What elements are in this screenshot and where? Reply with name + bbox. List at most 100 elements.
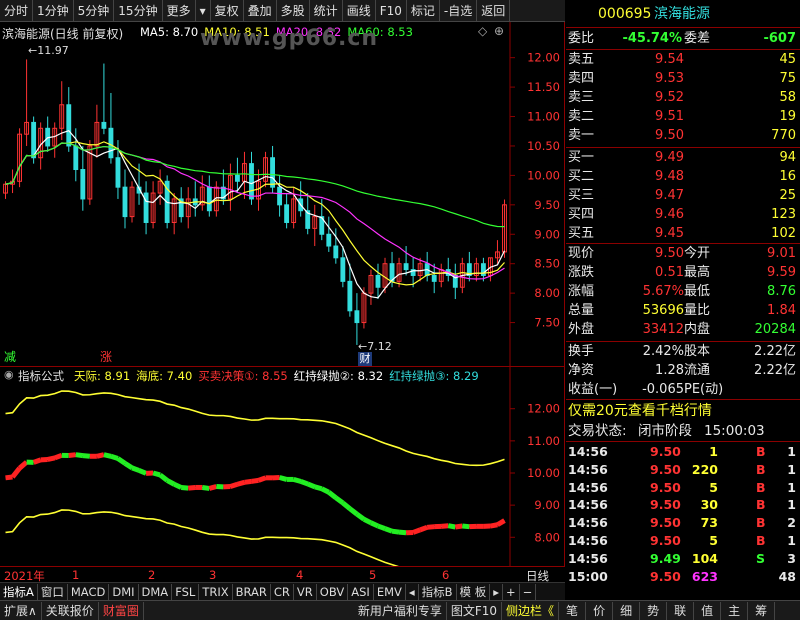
bottom-bar-item[interactable]: 财富圈 — [99, 601, 144, 620]
indicator-tab[interactable]: DMA — [139, 583, 173, 600]
sell-level-price[interactable]: 9.52 — [655, 88, 684, 108]
toolbar-item[interactable]: 多股 — [277, 0, 310, 22]
indicator-tab[interactable]: TRIX — [199, 583, 233, 600]
sell-level-label: 卖二 — [568, 109, 595, 124]
indicator-name[interactable]: 指标公式 — [18, 368, 64, 384]
decision-ribbon — [244, 478, 252, 485]
stat-row: 总量 53696 量比 1.84 — [566, 301, 800, 321]
decision-ribbon — [5, 474, 13, 481]
decision-ribbon — [208, 484, 218, 491]
tick-row: 14:56 9.50 220 B 1 — [566, 461, 800, 479]
toolbar-item[interactable]: 返回 — [477, 0, 511, 22]
sell-level-label: 卖一 — [568, 128, 595, 143]
toolbar-item[interactable]: 画线 — [343, 0, 376, 22]
toolbar-item[interactable]: 统计 — [310, 0, 343, 22]
stat-label: 涨跌 — [568, 265, 595, 280]
decision-ribbon — [53, 452, 63, 461]
toolbar-item[interactable]: 分时 — [0, 0, 34, 22]
indicator-tab[interactable]: 指标A — [0, 583, 38, 600]
month-label: 5 — [369, 568, 377, 582]
bottom-bar-item[interactable]: 新用户福利专享 — [354, 601, 447, 620]
toolbar-item[interactable]: F10 — [376, 0, 407, 22]
decision-ribbon — [165, 478, 176, 487]
candle-body — [31, 121, 37, 159]
indicator-tab[interactable]: ASI — [348, 583, 374, 600]
indicator-tab[interactable]: EMV — [374, 583, 406, 600]
buy-level-price[interactable]: 9.46 — [655, 205, 684, 225]
bottom-bar-item[interactable]: 笔 — [559, 601, 587, 620]
tick-side: B — [756, 479, 766, 495]
chart-options-icon[interactable]: ◇ — [478, 24, 487, 38]
bottom-bar-item[interactable]: 价 — [586, 601, 614, 620]
decision-ribbon — [180, 484, 189, 491]
sell-level-price[interactable]: 9.50 — [655, 126, 684, 146]
bottom-bar-item[interactable]: 主 — [721, 601, 749, 620]
decision-ribbon — [278, 475, 288, 482]
kline-chart[interactable]: 12.00 11.50 11.00 10.50 10.00 9.50 9.00 8.50 8.0… — [0, 22, 565, 366]
candle-body — [277, 186, 283, 206]
stat-row: 外盘 33412 内盘 20284 — [566, 320, 800, 340]
indicator-tab[interactable]: 模 板 — [457, 583, 491, 600]
buy-level-price[interactable]: 9.45 — [655, 224, 684, 244]
indicator-tab[interactable]: OBV — [317, 583, 349, 600]
indicator-svg[interactable]: 12.00 11.00 10.00 9.00 8.00 — [0, 367, 565, 586]
decision-ribbon — [496, 518, 506, 527]
tick-volume: 73 — [700, 515, 718, 531]
toolbar-item[interactable]: 1分钟 — [33, 0, 74, 22]
decision-ribbon — [116, 456, 127, 466]
toolbar-item[interactable]: 更多 — [163, 0, 196, 22]
sell-level-price[interactable]: 9.51 — [655, 107, 684, 127]
buy-level-price[interactable]: 9.47 — [655, 186, 684, 206]
sell-level: 卖五 9.54 45 — [566, 50, 800, 70]
tick-time: 14:56 — [568, 533, 608, 548]
bottom-bar-item[interactable]: 关联报价 — [42, 601, 99, 620]
indicator-tab[interactable]: − — [520, 583, 537, 600]
bottom-bar-item[interactable]: 侧边栏《 — [502, 601, 560, 620]
bottom-bar-item[interactable]: 细 — [613, 601, 641, 620]
buy-level-label: 买三 — [568, 188, 595, 203]
sell-level-price[interactable]: 9.53 — [655, 69, 684, 89]
promo-link[interactable]: 仅需20元查看千档行情 — [566, 401, 800, 421]
indicator-tab[interactable]: ◂ — [406, 583, 419, 600]
toolbar-item[interactable]: 5分钟 — [74, 0, 115, 22]
kline-svg[interactable]: 12.00 11.50 11.00 10.50 10.00 9.50 9.00 8.50 8.0… — [0, 22, 565, 366]
toolbar-item[interactable]: 15分钟 — [114, 0, 163, 22]
finance-badge[interactable]: 财 — [358, 352, 372, 366]
indicator-chart[interactable]: 12.00 11.00 10.00 9.00 8.00 ◉ 指标公式 天际: 8.91 海… — [0, 366, 565, 586]
tick-count: 48 — [778, 568, 796, 584]
indicator-tab[interactable]: 窗口 — [38, 583, 68, 600]
price-tick-label: 9.50 — [534, 198, 560, 212]
indicator-tab[interactable]: VR — [294, 583, 317, 600]
stat-label: 总量 — [568, 303, 595, 318]
indicator-tab[interactable]: FSL — [172, 583, 200, 600]
sell-level-label: 卖三 — [568, 90, 595, 105]
indicator-tab[interactable]: DMI — [109, 583, 139, 600]
indicator-tab[interactable]: BRAR — [233, 583, 271, 600]
bottom-bar-item[interactable]: 图文F10 — [447, 601, 503, 620]
indicator-tab[interactable]: ▸ — [490, 583, 503, 600]
candle-body — [115, 157, 121, 188]
bottom-bar-item[interactable]: 值 — [694, 601, 722, 620]
sell-level-price[interactable]: 9.54 — [655, 50, 684, 70]
indicator-tab[interactable]: 指标B — [419, 583, 457, 600]
toolbar-item[interactable]: 标记 — [407, 0, 440, 22]
buy-level-price[interactable]: 9.48 — [655, 167, 684, 187]
bottom-bar-item[interactable]: 扩展∧ — [0, 601, 42, 620]
reduce-badge[interactable]: 减 — [4, 348, 16, 365]
indicator-tab[interactable]: MACD — [68, 583, 110, 600]
indicator-collapse-icon[interactable]: ◉ — [4, 368, 14, 381]
toolbar-item[interactable]: -自选 — [440, 0, 478, 22]
buy-level-price[interactable]: 9.49 — [655, 148, 684, 168]
toolbar-item[interactable]: 叠加 — [244, 0, 277, 22]
bottom-bar-item[interactable]: 筹 — [748, 601, 776, 620]
bottom-bar-item[interactable]: 势 — [640, 601, 668, 620]
rise-badge[interactable]: 涨 — [100, 348, 112, 365]
stat-label: 现价 — [568, 246, 595, 261]
indicator-tab[interactable]: CR — [271, 583, 294, 600]
decision-ribbon — [384, 526, 393, 534]
chart-zoom-icon[interactable]: ⊕ — [494, 24, 504, 38]
stat-value: -0.065 — [642, 382, 684, 397]
toolbar-item[interactable]: 复权 — [211, 0, 244, 22]
bottom-bar-item[interactable]: 联 — [667, 601, 695, 620]
indicator-tab[interactable]: + — [503, 583, 520, 600]
